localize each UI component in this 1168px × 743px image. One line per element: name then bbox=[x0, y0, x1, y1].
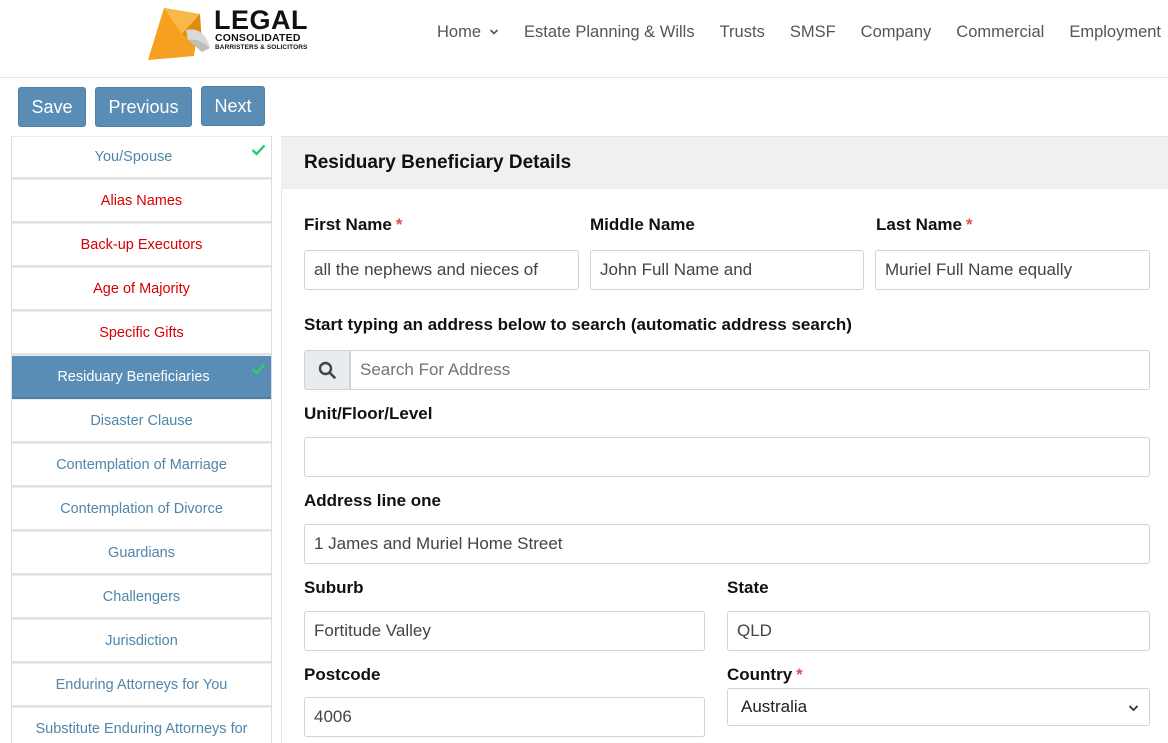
nav-item-label: Commercial bbox=[956, 23, 1045, 41]
address-search-button[interactable] bbox=[304, 350, 350, 390]
country-select[interactable]: Australia bbox=[727, 688, 1150, 726]
brand-subtitle: CONSOLIDATED bbox=[215, 32, 301, 44]
sidebar-item-label: Challengers bbox=[102, 588, 181, 605]
save-button[interactable]: Save bbox=[18, 87, 86, 127]
sidebar-item-specific-gifts[interactable]: Specific Gifts bbox=[12, 311, 271, 355]
sidebar-item-substitute-enduring-attorneys[interactable]: Substitute Enduring Attorneys for bbox=[12, 707, 271, 743]
unit-label: Unit/Floor/Level bbox=[304, 404, 433, 423]
wizard-sidebar: You/Spouse Alias Names Back-up Executors… bbox=[11, 136, 272, 743]
sidebar-item-label: Enduring Attorneys for You bbox=[55, 676, 228, 693]
next-button[interactable]: Next bbox=[201, 86, 265, 126]
search-icon bbox=[318, 361, 336, 379]
sidebar-item-label: Substitute Enduring Attorneys for bbox=[35, 720, 248, 737]
sidebar-item-enduring-attorneys[interactable]: Enduring Attorneys for You bbox=[12, 663, 271, 707]
suburb-label: Suburb bbox=[304, 578, 364, 597]
site-header: LEGAL CONSOLIDATED BARRISTERS & SOLICITO… bbox=[0, 0, 1168, 78]
previous-button[interactable]: Previous bbox=[95, 87, 192, 127]
postcode-label: Postcode bbox=[304, 665, 381, 684]
main-nav: Home Estate Planning & Wills Trusts SMSF… bbox=[437, 22, 1168, 42]
nav-item-commercial[interactable]: Commercial bbox=[956, 22, 1044, 42]
nav-item-label: Employment bbox=[1069, 23, 1162, 41]
sidebar-item-you-spouse[interactable]: You/Spouse bbox=[12, 136, 271, 179]
state-label: State bbox=[727, 578, 769, 597]
middle-name-field[interactable] bbox=[590, 250, 864, 290]
required-marker: * bbox=[965, 215, 973, 234]
chevron-down-icon bbox=[1128, 705, 1139, 712]
country-label: Country * bbox=[727, 665, 803, 684]
check-icon bbox=[251, 363, 266, 375]
sidebar-item-label: Age of Majority bbox=[93, 280, 190, 297]
address-search-label: Start typing an address below to search … bbox=[304, 315, 852, 334]
sidebar-item-label: Guardians bbox=[108, 544, 175, 561]
chevron-down-icon bbox=[489, 29, 499, 35]
sidebar-item-label: Specific Gifts bbox=[99, 324, 184, 341]
nav-item-label: Company bbox=[860, 23, 932, 41]
nav-item-label: SMSF bbox=[789, 23, 836, 41]
sidebar-item-label: Disaster Clause bbox=[90, 412, 193, 429]
nav-item-label: Home bbox=[437, 23, 482, 41]
brand-title: LEGAL bbox=[214, 5, 308, 35]
logo-mark-icon bbox=[148, 8, 210, 60]
sidebar-item-jurisdiction[interactable]: Jurisdiction bbox=[12, 619, 271, 663]
check-icon bbox=[251, 144, 266, 156]
sidebar-item-guardians[interactable]: Guardians bbox=[12, 531, 271, 575]
page-title: Residuary Beneficiary Details bbox=[304, 152, 572, 173]
sidebar-item-residuary-beneficiaries[interactable]: Residuary Beneficiaries bbox=[12, 355, 271, 399]
sidebar-item-label: Contemplation of Marriage bbox=[56, 456, 227, 473]
nav-item-label: Trusts bbox=[719, 23, 765, 41]
nav-item-smsf[interactable]: SMSF bbox=[790, 22, 836, 42]
sidebar-item-contemplation-of-marriage[interactable]: Contemplation of Marriage bbox=[12, 443, 271, 487]
country-selected-value: Australia bbox=[741, 697, 808, 716]
sidebar-item-label: Jurisdiction bbox=[105, 632, 178, 649]
sidebar-item-age-of-majority[interactable]: Age of Majority bbox=[12, 267, 271, 311]
middle-name-label: Middle Name bbox=[590, 215, 695, 234]
address-search-input[interactable] bbox=[350, 350, 1150, 390]
nav-item-estate-planning[interactable]: Estate Planning & Wills bbox=[524, 22, 695, 42]
last-name-label: Last Name * bbox=[876, 215, 973, 234]
address-line-one-field[interactable] bbox=[304, 524, 1150, 564]
sidebar-item-label: Alias Names bbox=[100, 192, 183, 209]
first-name-label: First Name * bbox=[304, 215, 403, 234]
sidebar-item-alias-names[interactable]: Alias Names bbox=[12, 179, 271, 223]
unit-field[interactable] bbox=[304, 437, 1150, 477]
sidebar-item-label: You/Spouse bbox=[94, 149, 173, 165]
first-name-field[interactable] bbox=[304, 250, 579, 290]
brand-tagline: BARRISTERS & SOLICITORS bbox=[215, 44, 308, 51]
required-marker: * bbox=[395, 215, 403, 234]
sidebar-item-backup-executors[interactable]: Back-up Executors bbox=[12, 223, 271, 267]
panel-header: Residuary Beneficiary Details bbox=[281, 136, 1168, 189]
sidebar-item-label: Back-up Executors bbox=[80, 236, 203, 253]
sidebar-item-challengers[interactable]: Challengers bbox=[12, 575, 271, 619]
nav-item-trusts[interactable]: Trusts bbox=[720, 22, 765, 42]
nav-item-label: Estate Planning & Wills bbox=[524, 23, 695, 41]
sidebar-item-label: Residuary Beneficiaries bbox=[57, 368, 210, 385]
nav-item-company[interactable]: Company bbox=[861, 22, 932, 42]
state-field[interactable] bbox=[727, 611, 1150, 651]
postcode-field[interactable] bbox=[304, 697, 705, 737]
address-line-one-label: Address line one bbox=[304, 491, 441, 510]
suburb-field[interactable] bbox=[304, 611, 705, 651]
sidebar-item-contemplation-of-divorce[interactable]: Contemplation of Divorce bbox=[12, 487, 271, 531]
nav-item-employment[interactable]: Employment bbox=[1069, 22, 1161, 42]
sidebar-item-disaster-clause[interactable]: Disaster Clause bbox=[12, 399, 271, 443]
nav-item-home[interactable]: Home bbox=[437, 22, 499, 42]
brand-logo[interactable]: LEGAL CONSOLIDATED BARRISTERS & SOLICITO… bbox=[142, 4, 312, 62]
sidebar-item-label: Contemplation of Divorce bbox=[60, 500, 223, 517]
last-name-field[interactable] bbox=[875, 250, 1150, 290]
required-marker: * bbox=[796, 665, 803, 684]
